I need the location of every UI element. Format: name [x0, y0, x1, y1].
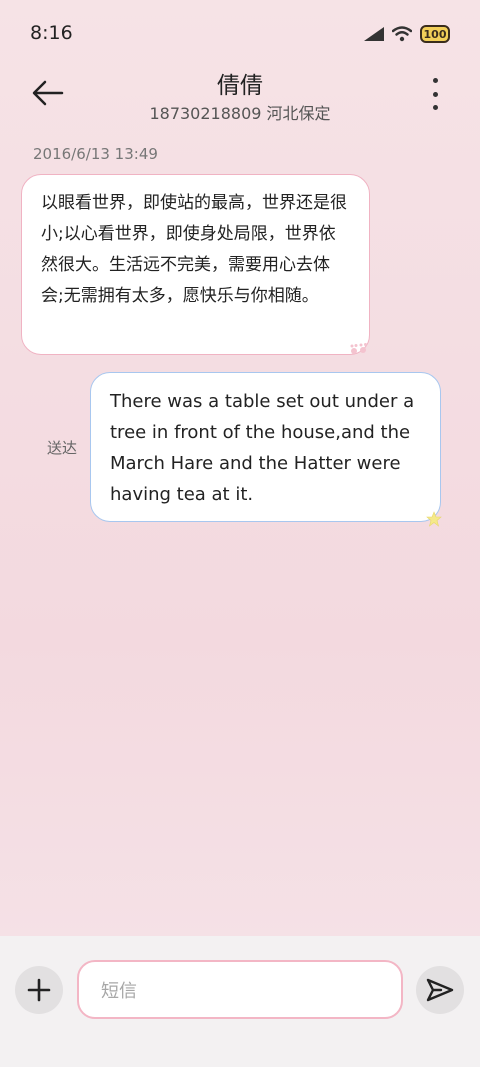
conversation-header: 倩倩 18730218809 河北保定 [0, 60, 480, 130]
status-bar: 8:16 100 [0, 0, 480, 66]
wifi-icon [392, 26, 412, 42]
incoming-message-text: 以眼看世界，即使站的最高，世界还是很小;以心看世界，即使身处局限，世界依然很大。… [41, 193, 347, 306]
send-icon [426, 978, 454, 1002]
star-icon [426, 511, 442, 527]
message-timestamp: 2016/6/13 13:49 [33, 145, 158, 163]
message-input[interactable]: 短信 [77, 960, 403, 1019]
send-button[interactable] [416, 966, 464, 1014]
contact-name: 倩倩 [217, 73, 263, 99]
incoming-message-bubble[interactable]: 以眼看世界，即使站的最高，世界还是很小;以心看世界，即使身处局限，世界依然很大。… [21, 174, 370, 355]
contact-number-location: 18730218809 河北保定 [149, 104, 331, 123]
message-input-placeholder: 短信 [101, 980, 137, 1002]
outgoing-message-bubble[interactable]: There was a table set out under a tree i… [90, 372, 442, 527]
more-vertical-icon [432, 78, 438, 83]
more-options-button[interactable] [430, 78, 440, 110]
add-attachment-button[interactable] [15, 966, 63, 1014]
status-time: 8:16 [30, 22, 73, 44]
battery-level: 100 [423, 27, 447, 41]
signal-icon [364, 27, 384, 41]
battery-icon: 100 [420, 25, 450, 43]
status-icons: 100 [364, 22, 450, 46]
plus-icon [27, 978, 51, 1002]
paw-print-icon [350, 343, 367, 354]
delivery-status: 送达 [47, 439, 78, 457]
outgoing-message-text: There was a table set out under a tree i… [110, 391, 415, 505]
